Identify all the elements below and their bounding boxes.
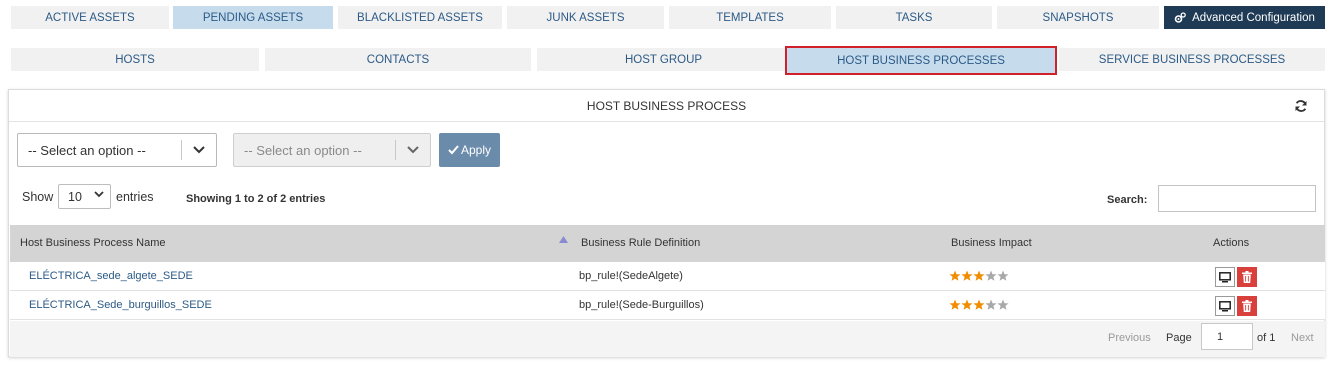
subtab-contacts[interactable]: CONTACTS [265, 48, 531, 71]
page-of-label: of 1 [1257, 332, 1276, 344]
table-info: Showing 1 to 2 of 2 entries [186, 193, 326, 205]
monitor-icon [1219, 271, 1231, 282]
delete-button[interactable] [1237, 296, 1257, 316]
header-name[interactable]: Host Business Process Name [20, 237, 166, 249]
tab-active-assets[interactable]: ACTIVE ASSETS [11, 6, 169, 29]
tab-blacklisted-assets[interactable]: BLACKLISTED ASSETS [338, 6, 502, 29]
star-filled-icon [973, 270, 985, 281]
trash-icon [1242, 271, 1252, 283]
show-label: Show [22, 190, 54, 204]
tab-tasks[interactable]: TASKS [836, 6, 992, 29]
star-filled-icon [973, 299, 985, 310]
panel-title: HOST BUSINESS PROCESS [586, 98, 747, 113]
table-row: ELÉCTRICA_Sede_burguillos_SEDE bp_rule!(… [10, 291, 1325, 320]
gears-icon [1174, 11, 1186, 23]
header-impact[interactable]: Business Impact [951, 237, 1032, 249]
tab-pending-assets[interactable]: PENDING ASSETS [173, 6, 333, 29]
previous-button[interactable]: Previous [1108, 332, 1151, 344]
rule-definition: bp_rule!(Sede-Burguillos) [579, 299, 704, 311]
search-label: Search: [1107, 194, 1148, 206]
delete-button[interactable] [1237, 267, 1257, 287]
refresh-icon[interactable] [1294, 99, 1308, 113]
check-icon [448, 145, 459, 155]
search-input[interactable] [1158, 185, 1316, 212]
header-actions: Actions [1213, 237, 1250, 249]
star-empty-icon [985, 299, 997, 310]
view-button[interactable] [1215, 296, 1235, 316]
host-business-process-panel: HOST BUSINESS PROCESS -- Select an optio… [8, 89, 1325, 357]
tab-templates[interactable]: TEMPLATES [669, 6, 831, 29]
chevron-down-icon [94, 191, 104, 198]
header-rule[interactable]: Business Rule Definition [581, 237, 700, 249]
tab-snapshots[interactable]: SNAPSHOTS [997, 6, 1159, 29]
star-empty-icon [997, 270, 1009, 281]
filter-select-2[interactable]: -- Select an option -- [233, 133, 431, 167]
impact-stars [949, 299, 1009, 311]
next-button[interactable]: Next [1291, 332, 1314, 344]
tab-advanced-configuration[interactable]: Advanced Configuration [1164, 6, 1325, 29]
rule-definition: bp_rule!(SedeAlgete) [579, 270, 683, 282]
tab-junk-assets[interactable]: JUNK ASSETS [507, 6, 664, 29]
process-name-link[interactable]: ELÉCTRICA_Sede_burguillos_SEDE [29, 299, 212, 311]
sort-asc-icon[interactable] [559, 236, 568, 243]
chevron-down-icon [182, 146, 216, 154]
star-empty-icon [997, 299, 1009, 310]
subtab-host-business-processes[interactable]: HOST BUSINESS PROCESSES [785, 46, 1057, 75]
entries-length-select[interactable]: 10 [58, 184, 111, 209]
process-name-link[interactable]: ELÉCTRICA_sede_algete_SEDE [29, 270, 193, 282]
view-button[interactable] [1215, 267, 1235, 287]
subtab-host-group[interactable]: HOST GROUP [537, 48, 790, 71]
monitor-icon [1219, 300, 1231, 311]
star-filled-icon [961, 270, 973, 281]
filter-select-1[interactable]: -- Select an option -- [17, 133, 217, 167]
star-empty-icon [985, 270, 997, 281]
apply-button[interactable]: Apply [439, 133, 500, 167]
page-label: Page [1166, 332, 1192, 344]
table-row: ELÉCTRICA_sede_algete_SEDE bp_rule!(Sede… [10, 262, 1325, 291]
subtab-hosts[interactable]: HOSTS [11, 48, 259, 71]
chevron-down-icon [396, 146, 430, 154]
table-header: Host Business Process Name Business Rule… [10, 225, 1325, 262]
pagination-footer: Previous Page 1 of 1 Next [10, 321, 1325, 357]
star-filled-icon [949, 299, 961, 310]
star-filled-icon [961, 299, 973, 310]
trash-icon [1242, 300, 1252, 312]
entries-label: entries [116, 190, 154, 204]
star-filled-icon [949, 270, 961, 281]
panel-header: HOST BUSINESS PROCESS [9, 90, 1324, 122]
impact-stars [949, 270, 1009, 282]
subtab-service-business-processes[interactable]: SERVICE BUSINESS PROCESSES [1059, 48, 1325, 71]
page-number-input[interactable]: 1 [1201, 323, 1253, 350]
